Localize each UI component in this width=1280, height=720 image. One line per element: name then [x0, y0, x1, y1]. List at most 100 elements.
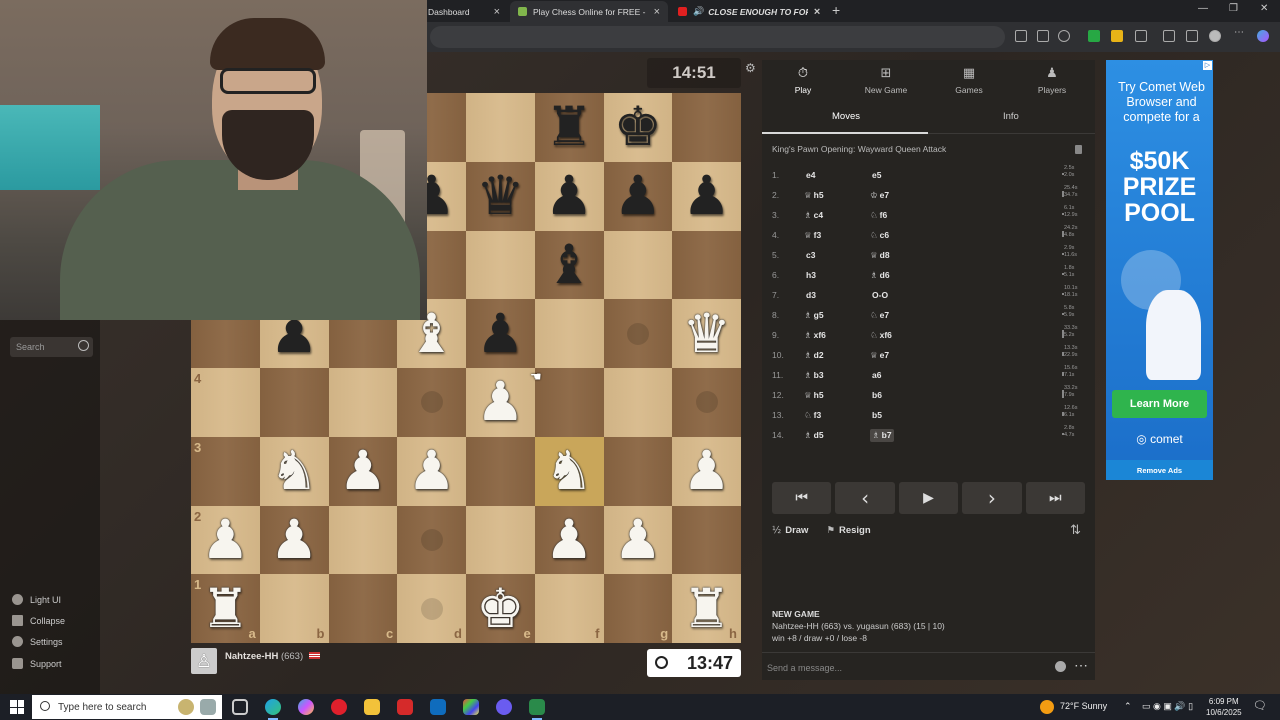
remove-ads-button[interactable]: Remove Ads [1106, 460, 1213, 480]
black-move[interactable]: ♘ xf6 [870, 330, 892, 341]
browser-tab-dashboard[interactable]: Dashboard × [420, 1, 508, 22]
square-g1[interactable]: g [603, 574, 673, 643]
square-e5[interactable]: ♟ [466, 299, 535, 368]
subtab-moves[interactable]: Moves [832, 111, 860, 122]
close-icon[interactable]: × [654, 6, 660, 18]
square-a2[interactable]: 2 ♟ [191, 505, 260, 575]
chat-input[interactable]: Send a message... ⋯ [762, 652, 1095, 680]
app-icon[interactable] [529, 699, 545, 720]
square-c2[interactable] [328, 505, 398, 575]
chevron-up-icon[interactable]: ⌃ [1124, 701, 1132, 712]
white-pawn-icon[interactable]: ♟ [672, 437, 741, 506]
square-h3[interactable]: ♟ [672, 436, 741, 506]
flip-board-icon[interactable]: ⇅ [1070, 523, 1081, 538]
square-f3[interactable]: ♞ [534, 436, 604, 506]
black-move[interactable]: e5 [870, 170, 881, 181]
white-move[interactable]: ♗ d2 [804, 350, 824, 361]
black-move[interactable]: b5 [870, 410, 882, 421]
sidebar-item-light-ui[interactable]: Light UI [12, 594, 61, 605]
copilot-icon[interactable] [1257, 30, 1269, 42]
black-bishop-icon[interactable]: ♝ [535, 231, 604, 300]
square-c1[interactable]: c [328, 574, 398, 643]
square-b3[interactable]: ♞ [259, 436, 329, 506]
square-f8[interactable]: ♜ [534, 93, 604, 162]
split-screen-icon[interactable] [1015, 30, 1027, 42]
more-menu-icon[interactable]: ⋯ [1234, 27, 1246, 39]
square-g3[interactable] [603, 436, 673, 506]
app-icon[interactable] [397, 699, 413, 715]
white-move[interactable]: ♕ h5 [804, 190, 824, 201]
square-h8[interactable] [672, 93, 741, 162]
square-g8[interactable]: ♚ [603, 93, 673, 162]
board-settings-gear-icon[interactable]: ⚙ [745, 61, 756, 75]
square-c3[interactable]: ♟ [328, 436, 398, 506]
ad-info-icon[interactable]: ▷ [1203, 61, 1212, 70]
tab-play[interactable]: ⏱ Play [768, 66, 838, 95]
square-g7[interactable]: ♟ [603, 161, 673, 231]
black-pawn-icon[interactable]: ♟ [466, 299, 535, 368]
white-pawn-icon[interactable]: ♟ [466, 368, 535, 437]
square-g5[interactable] [603, 299, 673, 368]
previous-move-button[interactable]: ‹ [835, 482, 895, 514]
edge-browser-icon[interactable] [265, 699, 281, 720]
square-f5[interactable] [534, 299, 604, 368]
emoji-icon[interactable] [1055, 661, 1066, 672]
extension-icon[interactable] [1111, 30, 1123, 42]
more-options-icon[interactable]: ⋯ [1074, 657, 1088, 674]
learn-more-button[interactable]: Learn More [1112, 390, 1207, 418]
white-pawn-icon[interactable]: ♟ [260, 506, 329, 575]
black-move[interactable]: ♕ e7 [870, 350, 889, 361]
black-move[interactable]: ♕ d8 [870, 250, 890, 261]
tray-icons[interactable]: ▭ ◉ ▣ 🔊 ▯ [1142, 701, 1193, 712]
white-pawn-icon[interactable]: ♟ [604, 506, 673, 575]
white-pawn-icon[interactable]: ♟ [329, 437, 398, 506]
white-king-icon[interactable]: ♚ [466, 574, 535, 643]
square-e4[interactable]: ♟ [466, 368, 535, 437]
black-king-icon[interactable]: ♚ [604, 93, 673, 162]
white-move[interactable]: ♕ f3 [804, 230, 821, 241]
browser-tab-chess[interactable]: Play Chess Online for FREE - 2 Pl × [510, 1, 668, 22]
next-move-button[interactable]: › [962, 482, 1022, 514]
square-e2[interactable] [466, 505, 535, 575]
white-rook-icon[interactable]: ♜ [672, 574, 741, 643]
white-move[interactable]: ♗ g5 [804, 310, 824, 321]
favorite-star-icon[interactable] [1058, 30, 1070, 42]
white-move[interactable]: ♗ xf6 [804, 330, 826, 341]
square-c4[interactable] [328, 368, 398, 437]
search-highlight-icon[interactable] [178, 699, 194, 715]
speaker-icon[interactable]: 🔊 [693, 6, 704, 17]
black-move[interactable]: ♗ b7 [870, 429, 894, 442]
draw-button[interactable]: ½ Draw [772, 525, 808, 536]
discord-icon[interactable] [496, 699, 512, 715]
tab-games[interactable]: ▦ Games [934, 66, 1004, 95]
read-aloud-icon[interactable] [1037, 30, 1049, 42]
notification-icon[interactable]: 🗨 [1253, 699, 1267, 712]
black-move[interactable]: ♔ e7 [870, 190, 889, 201]
white-pawn-icon[interactable]: ♟ [535, 506, 604, 575]
close-window-button[interactable]: ✕ [1260, 3, 1268, 14]
favorites-icon[interactable] [1186, 30, 1198, 42]
sidebar-item-support[interactable]: Support [12, 658, 62, 669]
new-tab-button[interactable]: + [832, 2, 840, 18]
black-move[interactable]: ♘ c6 [870, 230, 889, 241]
profile-avatar-icon[interactable] [1209, 30, 1221, 42]
maximize-button[interactable]: ❐ [1229, 3, 1238, 14]
black-move[interactable]: O-O [870, 290, 888, 301]
square-e1[interactable]: e ♚ [466, 574, 535, 643]
square-f1[interactable]: f [534, 574, 604, 643]
white-knight-icon[interactable]: ♞ [535, 437, 604, 506]
square-a4[interactable]: 4 [191, 368, 260, 437]
square-h1[interactable]: h ♜ [672, 574, 741, 643]
white-move[interactable]: ♗ c4 [804, 210, 823, 221]
black-rook-icon[interactable]: ♜ [535, 93, 604, 162]
square-d4[interactable] [397, 368, 466, 437]
taskbar-clock[interactable]: 6:09 PM 10/6/2025 [1206, 696, 1242, 718]
square-f7[interactable]: ♟ [534, 161, 604, 231]
play-button[interactable]: ▶ [898, 482, 959, 514]
opening-name[interactable]: King's Pawn Opening: Wayward Queen Attac… [772, 144, 946, 154]
square-g4[interactable] [603, 368, 673, 437]
tab-new-game[interactable]: ⊞ New Game [851, 66, 921, 95]
white-move[interactable]: d3 [804, 290, 816, 301]
square-e8[interactable] [466, 93, 535, 162]
square-e6[interactable] [466, 230, 535, 300]
